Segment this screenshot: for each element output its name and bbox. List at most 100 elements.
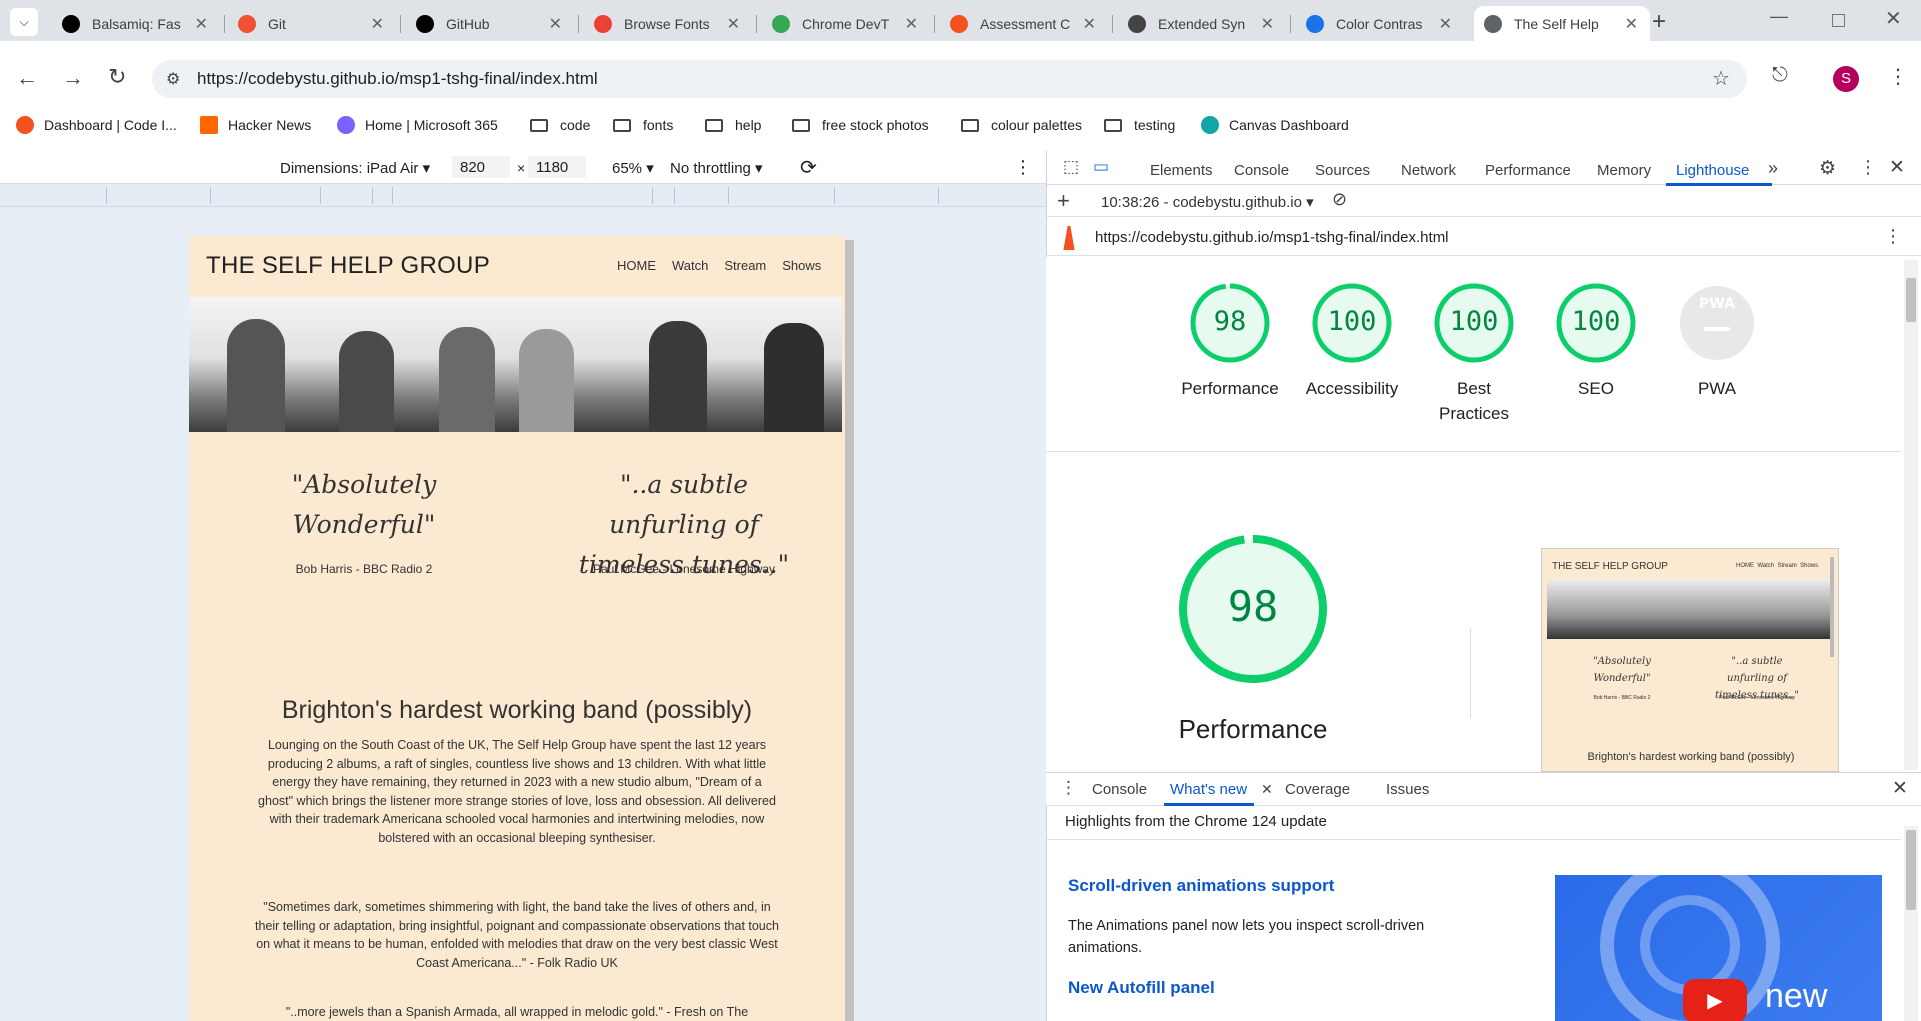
clear-report-icon[interactable]: ⊘ [1332, 189, 1347, 210]
close-tab-icon[interactable]: ✕ [1261, 14, 1274, 34]
news-video-thumbnail[interactable]: ▶ new [1555, 875, 1882, 1021]
devtools-close-icon[interactable]: ✕ [1889, 156, 1905, 179]
devtools-tab-network[interactable]: Network [1401, 162, 1456, 179]
tab-separator [224, 15, 225, 33]
browser-menu-button[interactable]: ⋮ [1888, 64, 1908, 89]
browser-tab-title: Git [268, 15, 286, 32]
report-menu-icon[interactable]: ⋮ [1884, 226, 1902, 247]
more-tabs-icon[interactable]: » [1768, 158, 1778, 179]
devtools-tab-sources[interactable]: Sources [1315, 162, 1370, 179]
page-scrollbar[interactable] [845, 240, 854, 1021]
throttle-select[interactable]: No throttling ▾ [670, 159, 763, 177]
browser-tab[interactable]: Color Contras ✕ [1296, 6, 1464, 41]
settings-gear-icon[interactable]: ⚙ [1819, 157, 1836, 180]
close-tab-icon[interactable]: ✕ [549, 14, 562, 34]
devtools-tab-console[interactable]: Console [1234, 162, 1289, 179]
drawer-tab[interactable]: What's new [1170, 781, 1247, 798]
pwa-gauge[interactable] [1676, 282, 1758, 364]
thumb-source-left: Bob Harris - BBC Radio 2 [1593, 695, 1651, 701]
bookmark-item[interactable]: code [530, 115, 590, 135]
bookmark-item[interactable]: fonts [613, 115, 673, 135]
rotate-icon[interactable]: ⟳ [800, 155, 817, 180]
bookmark-label: Home | Microsoft 365 [365, 117, 498, 133]
report-scrollbar[interactable] [1904, 260, 1918, 770]
bookmark-item[interactable]: testing [1104, 115, 1175, 135]
browser-tab[interactable]: GitHub ✕ [406, 6, 574, 41]
bookmark-star-icon[interactable]: ☆ [1712, 66, 1730, 91]
thumb-scrollbar [1830, 557, 1834, 657]
reload-button[interactable]: ↻ [108, 64, 126, 90]
report-select[interactable]: 10:38:26 - codebystu.github.io ▾ [1101, 193, 1314, 211]
devtools-tab-performance[interactable]: Performance [1485, 162, 1571, 179]
device-label: Dimensions: iPad Air [280, 160, 419, 177]
close-tab-icon[interactable]: ✕ [371, 14, 384, 34]
devtools-tab-elements[interactable]: Elements [1150, 162, 1213, 179]
new-report-icon[interactable]: + [1057, 188, 1070, 214]
width-input[interactable]: 820 [452, 156, 510, 178]
close-tab-icon[interactable]: ✕ [1625, 14, 1638, 34]
times-icon: × [517, 160, 526, 176]
browser-tab[interactable]: Git ✕ [228, 6, 396, 41]
drawer-scrollbar[interactable] [1904, 826, 1918, 1021]
devtools-tab-lighthouse[interactable]: Lighthouse [1676, 162, 1749, 179]
drawer-menu-icon[interactable]: ⋮ [1060, 778, 1077, 798]
site-info-icon[interactable]: ⚙ [166, 69, 180, 89]
close-window-button[interactable]: ✕ [1885, 6, 1902, 31]
forward-button[interactable]: → [62, 65, 84, 91]
drawer-close-icon[interactable]: ✕ [1892, 777, 1908, 800]
devtools-tab-memory[interactable]: Memory [1597, 162, 1651, 179]
device-menu-icon[interactable]: ⋮ [1014, 157, 1032, 178]
drawer-tab[interactable]: Issues [1386, 781, 1429, 798]
address-bar[interactable]: ⚙ https://codebystu.github.io/msp1-tshg-… [152, 60, 1747, 98]
browser-tab[interactable]: Chrome DevT ✕ [762, 6, 930, 41]
devtools-menu-icon[interactable]: ⋮ [1859, 157, 1877, 178]
minimize-button[interactable]: — [1770, 6, 1788, 27]
device-select[interactable]: Dimensions: iPad Air ▾ [280, 159, 430, 177]
big-performance-score: 98 [1227, 582, 1279, 631]
nav-home[interactable]: HOME [617, 258, 656, 273]
drawer-tab-close-icon[interactable]: ✕ [1261, 781, 1273, 798]
nav-shows[interactable]: Shows [782, 258, 821, 273]
news-autofill-link[interactable]: New Autofill panel [1068, 978, 1215, 998]
drawer-tab[interactable]: Coverage [1285, 781, 1350, 798]
close-tab-icon[interactable]: ✕ [727, 14, 740, 34]
bookmark-item[interactable]: Home | Microsoft 365 [337, 115, 498, 135]
bookmark-item[interactable]: help [705, 115, 761, 135]
restore-button[interactable] [1832, 14, 1845, 27]
browser-tab[interactable]: Assessment C ✕ [940, 6, 1108, 41]
bookmark-label: Dashboard | Code I... [44, 117, 177, 133]
close-tab-icon[interactable]: ✕ [195, 14, 208, 34]
close-tab-icon[interactable]: ✕ [905, 14, 918, 34]
youtube-play-icon[interactable]: ▶ [1683, 979, 1747, 1021]
browser-tab[interactable]: Balsamiq: Fas ✕ [52, 6, 220, 41]
folder-icon [705, 118, 723, 132]
nav-watch[interactable]: Watch [672, 258, 708, 273]
browser-tab[interactable]: Browse Fonts ✕ [584, 6, 752, 41]
bookmark-label: colour palettes [991, 117, 1083, 133]
zoom-select[interactable]: 65% ▾ [612, 159, 654, 177]
close-tab-icon[interactable]: ✕ [1439, 14, 1452, 34]
browser-tab[interactable]: Extended Syn ✕ [1118, 6, 1286, 41]
new-tab-button[interactable]: + [1652, 8, 1666, 36]
bookmark-item[interactable]: Dashboard | Code I... [16, 115, 177, 135]
profile-avatar[interactable]: S [1833, 66, 1859, 92]
bookmark-item[interactable]: free stock photos [792, 115, 929, 135]
bookmark-item[interactable]: Canvas Dashboard [1201, 115, 1349, 135]
nav-stream[interactable]: Stream [724, 258, 766, 273]
height-input[interactable]: 1180 [528, 156, 586, 178]
tab-separator [578, 15, 579, 33]
news-scroll-driven-link[interactable]: Scroll-driven animations support [1068, 876, 1334, 896]
tab-search-button[interactable]: ⌵ [10, 8, 38, 36]
back-button[interactable]: ← [16, 65, 38, 91]
drawer-tab[interactable]: Console [1092, 781, 1147, 798]
browser-tab[interactable]: The Self Help ✕ [1474, 6, 1650, 41]
pwa-dash-icon [1704, 327, 1730, 331]
extensions-icon[interactable]: ⎋ [1772, 64, 1788, 87]
thumb-title: THE SELF HELP GROUP [1552, 561, 1668, 572]
device-toggle-icon[interactable]: ▭ [1093, 157, 1109, 177]
bookmark-item[interactable]: colour palettes [961, 115, 1082, 135]
inspect-element-icon[interactable]: ⬚ [1063, 157, 1079, 177]
close-tab-icon[interactable]: ✕ [1083, 14, 1096, 34]
bookmark-item[interactable]: Hacker News [200, 115, 311, 135]
score-label: Best Practices [1439, 379, 1509, 423]
